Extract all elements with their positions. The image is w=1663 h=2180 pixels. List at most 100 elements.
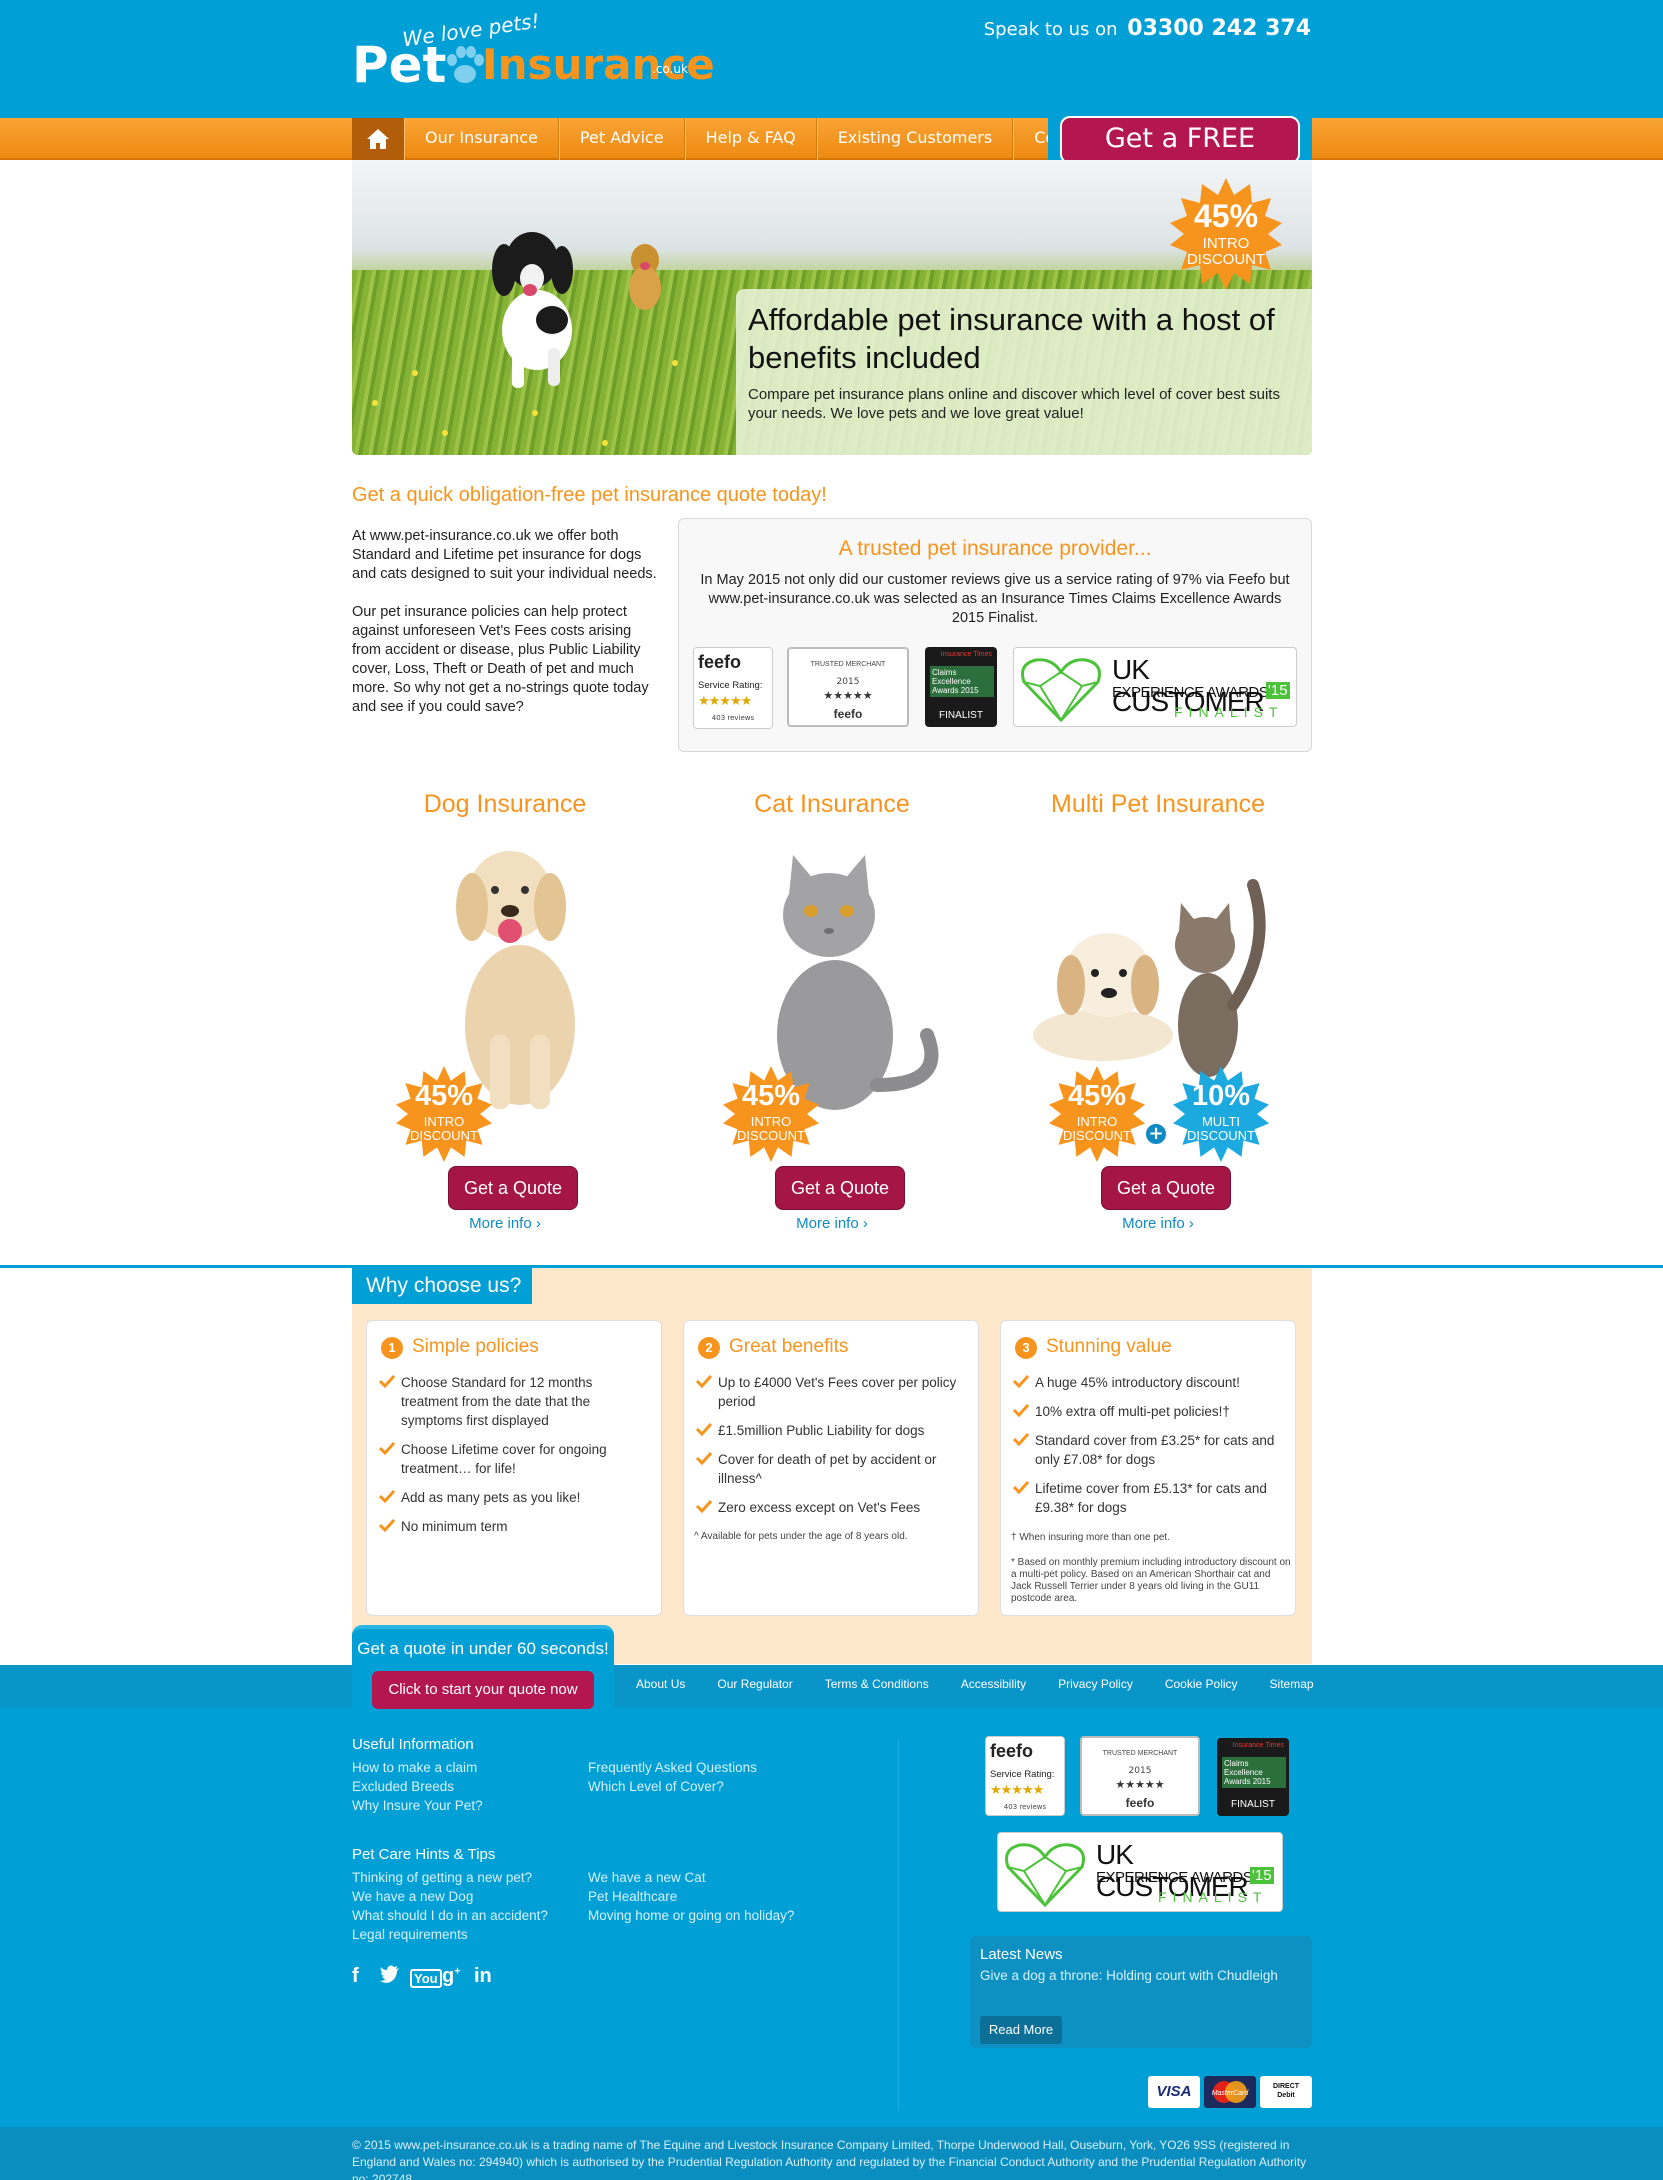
news-headline-link[interactable]: Give a dog a throne: Holding court with … [980,1968,1278,1983]
site-logo[interactable]: We love pets! Pet Insurance .co.uk [352,9,715,98]
badge-percent: 10% [1191,1080,1251,1112]
facebook-icon[interactable]: f [352,1965,359,1988]
chevron-right-icon: › [862,1215,868,1232]
footer-link[interactable]: Why Insure Your Pet? [352,1798,483,1813]
useful-info-title: Useful Information [352,1736,474,1753]
badge-label: INTRO [1076,1114,1118,1129]
star-rating-icon: ★★★★★ [698,694,752,709]
check-icon [379,1518,395,1532]
footer-link[interactable]: We have a new Dog [352,1889,473,1904]
legal-text: © 2015 www.pet-insurance.co.uk is a trad… [352,2138,1307,2180]
visa-card-icon: VISA [1148,2076,1200,2108]
column-title: Stunning value [1046,1336,1172,1357]
footer-link[interactable]: What should I do in an accident? [352,1908,548,1923]
get-quote-button[interactable]: Get a Quote [1101,1166,1231,1210]
trust-text: In May 2015 not only did our customer re… [700,572,1290,626]
google-plus-icon[interactable]: g+ [442,1965,461,1988]
uk-customer-experience-badge[interactable]: UK CUSTOMER EXPERIENCE AWARDS '15 FINALI… [1013,647,1297,727]
list-item: Cover for death of pet by accident or il… [696,1450,966,1488]
product-title[interactable]: Multi Pet Insurance [1013,790,1303,819]
badge-label: DISCOUNT [1187,1128,1255,1143]
column-title: Simple policies [412,1336,539,1357]
footer-link[interactable]: Pet Healthcare [588,1889,677,1904]
twitter-icon[interactable] [380,1965,400,1989]
footer-link[interactable]: How to make a claim [352,1760,477,1775]
badge-label: DISCOUNT [737,1128,805,1143]
product-title[interactable]: Dog Insurance [360,790,650,819]
check-icon [1013,1374,1029,1388]
more-info-link[interactable]: More info › [687,1215,977,1232]
footnote: * Based on monthly premium including int… [1011,1557,1291,1604]
get-quote-button[interactable]: Get a Quote [448,1166,578,1210]
product-title[interactable]: Cat Insurance [687,790,977,819]
trusted-merchant-badge[interactable]: TRUSTED MERCHANT 2015 ★★★★★ feefo [787,647,909,727]
youtube-icon[interactable]: You [410,1969,442,1988]
footer-link-terms[interactable]: Terms & Conditions [825,1677,929,1691]
feefo-rating-label: Service Rating: [990,1769,1055,1780]
footer-link-our-regulator[interactable]: Our Regulator [717,1677,792,1691]
why-column-stunning-value: 3 Stunning value A huge 45% introductory… [1000,1320,1296,1616]
nav-item-help-faq[interactable]: Help & FAQ [684,118,817,160]
trust-title: A trusted pet insurance provider... [838,537,1152,560]
star-rating-icon: ★★★★★ [823,689,873,702]
star-rating-icon: ★★★★★ [990,1783,1044,1798]
flower [372,400,378,406]
footer-link-about-us[interactable]: About Us [636,1677,685,1691]
intro-heading: Get a quick obligation-free pet insuranc… [352,484,827,506]
footer-link[interactable]: Moving home or going on holiday? [588,1908,794,1923]
list-item: Choose Lifetime cover for ongoing treatm… [379,1440,649,1478]
list-item-text: 10% extra off multi-pet policies!† [1035,1404,1230,1419]
more-info-link[interactable]: More info › [1013,1215,1303,1232]
list-item-text: Up to £4000 Vet's Fees cover per policy … [718,1375,957,1409]
footer-link[interactable]: Which Level of Cover? [588,1779,724,1794]
phone-contact: Speak to us on 03300 242 374 [984,16,1311,41]
feefo-rating-badge[interactable]: feefo Service Rating: ★★★★★ 403 reviews [693,647,773,729]
flower [532,410,538,416]
footer-link[interactable]: Thinking of getting a new pet? [352,1870,532,1885]
read-more-button[interactable]: Read More [980,2016,1062,2044]
merchant-label: TRUSTED MERCHANT [810,661,886,668]
get-quote-button[interactable]: Get a Quote [775,1166,905,1210]
check-icon [1013,1480,1029,1494]
flower [442,430,448,436]
badge-percent: 45% [1193,198,1259,234]
badge-percent: 45% [741,1080,801,1112]
intro-discount-badge: 45% INTRO DISCOUNT [396,1066,492,1162]
footer-link-sitemap[interactable]: Sitemap [1270,1677,1314,1691]
footer-link-accessibility[interactable]: Accessibility [961,1677,1026,1691]
nav-item-our-insurance[interactable]: Our Insurance [404,118,559,160]
trust-panel: A trusted pet insurance provider... In M… [678,518,1312,752]
footer-link-cookie[interactable]: Cookie Policy [1165,1677,1238,1691]
header [0,0,1663,118]
phone-number[interactable]: 03300 242 374 [1127,16,1311,41]
list-item-text: Cover for death of pet by accident or il… [718,1452,937,1486]
list-item-text: A huge 45% introductory discount! [1035,1375,1240,1390]
free-quote-button[interactable]: Get a FREE Quote [1060,116,1300,196]
footer-link[interactable]: Frequently Asked Questions [588,1760,757,1775]
insurance-times-badge[interactable]: Insurance Times Claims Excellence Awards… [1217,1738,1289,1816]
check-icon [696,1499,712,1513]
why-column-simple-policies: 1 Simple policies Choose Standard for 12… [366,1320,662,1616]
linkedin-icon[interactable]: in [474,1965,492,1988]
nav-item-pet-advice[interactable]: Pet Advice [558,118,685,160]
why-column-great-benefits: 2 Great benefits Up to £4000 Vet's Fees … [683,1320,979,1616]
times-title: Insurance Times [940,651,992,658]
benefit-list: Choose Standard for 12 months treatment … [379,1373,649,1546]
nav-item-existing-customers[interactable]: Existing Customers [816,118,1014,160]
more-info-link[interactable]: More info › [360,1215,650,1232]
golden-dog-image [629,244,661,310]
list-item: £1.5million Public Liability for dogs [696,1421,966,1440]
footer-link-privacy[interactable]: Privacy Policy [1058,1677,1133,1691]
times-finalist: FINALIST [1231,1799,1275,1810]
trusted-merchant-badge[interactable]: TRUSTED MERCHANT 2015 ★★★★★ feefo [1080,1736,1200,1816]
feefo-rating-badge[interactable]: feefo Service Rating: ★★★★★ 403 reviews [985,1736,1065,1816]
footer-link[interactable]: Excluded Breeds [352,1779,454,1794]
start-quote-button[interactable]: Click to start your quote now [372,1671,594,1709]
list-item: Standard cover from £3.25* for cats and … [1013,1431,1283,1469]
check-icon [379,1441,395,1455]
insurance-times-badge[interactable]: Insurance Times Claims Excellence Awards… [925,647,997,727]
footer-link[interactable]: We have a new Cat [588,1870,706,1885]
list-item-text: Standard cover from £3.25* for cats and … [1035,1433,1275,1467]
footer-link[interactable]: Legal requirements [352,1927,468,1942]
uk-customer-experience-badge[interactable]: UK CUSTOMER EXPERIENCE AWARDS '15 FINALI… [997,1832,1283,1912]
